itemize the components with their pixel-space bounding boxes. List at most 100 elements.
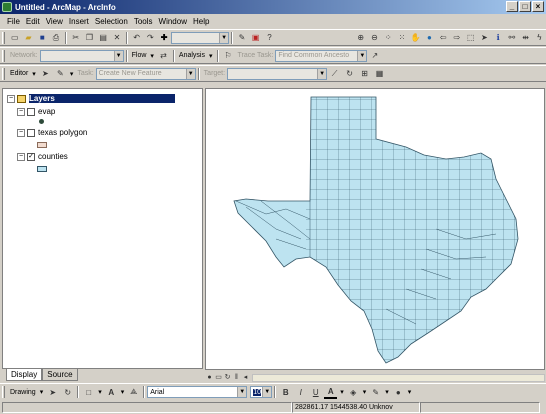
horizontal-scrollbar[interactable] xyxy=(252,374,545,382)
map-display[interactable] xyxy=(205,88,545,370)
editor-menu[interactable]: Editor xyxy=(8,70,30,77)
layer-visibility-checkbox[interactable] xyxy=(27,107,35,116)
undo-icon[interactable]: ↶ xyxy=(131,31,143,44)
close-button[interactable]: × xyxy=(532,1,544,12)
layer-visibility-checkbox[interactable]: ✓ xyxy=(27,152,35,161)
line-color-dropdown-arrow-icon[interactable]: ▾ xyxy=(383,388,391,396)
line-color-icon[interactable]: ✎ xyxy=(369,386,382,399)
save-icon[interactable]: ■ xyxy=(36,31,48,44)
fill-color-icon[interactable]: ◈ xyxy=(347,386,360,399)
menu-help[interactable]: Help xyxy=(190,17,212,26)
sketch-dropdown-arrow-icon[interactable]: ▾ xyxy=(68,70,76,78)
open-folder-icon[interactable]: ▰ xyxy=(23,31,35,44)
rotate-tool-icon[interactable]: ↻ xyxy=(343,67,356,80)
trace-task-combo[interactable]: Find Common Ancesto ▼ xyxy=(275,49,368,62)
refresh-icon[interactable]: ↻ xyxy=(223,373,232,382)
pause-drawing-icon[interactable]: ‖ xyxy=(232,373,241,382)
toc-layer-counties[interactable]: − ✓ counties xyxy=(17,152,68,161)
italic-button[interactable]: I xyxy=(294,386,307,399)
layer-name[interactable]: evap xyxy=(38,107,55,116)
bold-button[interactable]: B xyxy=(279,386,292,399)
drawing-dropdown-arrow-icon[interactable]: ▾ xyxy=(38,388,46,396)
select-elements-arrow-icon[interactable]: ➤ xyxy=(479,31,491,44)
map-scale-combo[interactable]: ▼ xyxy=(170,31,230,44)
texas-polygon-symbol[interactable] xyxy=(37,142,47,148)
menu-tools[interactable]: Tools xyxy=(131,17,156,26)
fixed-zoom-in-icon[interactable]: ⁘ xyxy=(382,31,394,44)
attributes-icon[interactable]: ⊞ xyxy=(358,67,371,80)
tab-display[interactable]: Display xyxy=(6,369,43,381)
font-color-dropdown-arrow-icon[interactable]: ▾ xyxy=(338,388,346,396)
minimize-button[interactable]: _ xyxy=(506,1,518,12)
zoom-out-icon[interactable]: ⊖ xyxy=(369,31,381,44)
toc-layer-texas-polygon[interactable]: − texas polygon xyxy=(17,128,87,137)
scroll-left-icon[interactable]: ◂ xyxy=(241,373,250,382)
pan-hand-icon[interactable]: ✋ xyxy=(410,31,422,44)
menu-selection[interactable]: Selection xyxy=(92,17,131,26)
font-color-icon[interactable]: A xyxy=(324,386,338,399)
font-name-combo[interactable]: Arial ▼ xyxy=(147,386,248,398)
select-elements-icon[interactable]: ➤ xyxy=(46,386,59,399)
collapse-icon[interactable]: − xyxy=(17,152,25,161)
back-extent-icon[interactable]: ⇦ xyxy=(437,31,449,44)
text-dropdown-arrow-icon[interactable]: ▾ xyxy=(119,388,127,396)
editor-dropdown-arrow-icon[interactable]: ▾ xyxy=(30,70,38,78)
fixed-zoom-out-icon[interactable]: ⁙ xyxy=(396,31,408,44)
menu-view[interactable]: View xyxy=(43,17,66,26)
target-combo[interactable]: ▼ xyxy=(227,67,328,80)
add-data-icon[interactable]: ✚ xyxy=(158,31,170,44)
cut-icon[interactable]: ✂ xyxy=(70,31,82,44)
flow-direction-icon[interactable]: ⇄ xyxy=(157,49,170,62)
find-binoculars-icon[interactable]: ⚯ xyxy=(506,31,518,44)
select-features-icon[interactable]: ⬚ xyxy=(465,31,477,44)
delete-icon[interactable]: ✕ xyxy=(111,31,123,44)
counties-symbol[interactable] xyxy=(37,166,47,172)
collapse-icon[interactable]: − xyxy=(17,128,25,137)
maximize-button[interactable]: □ xyxy=(519,1,531,12)
network-combo[interactable]: ▼ xyxy=(39,49,124,62)
layout-view-icon[interactable]: ▭ xyxy=(214,373,223,382)
texas-counties-map[interactable] xyxy=(206,89,544,369)
task-combo[interactable]: Create New Feature ▼ xyxy=(95,67,196,80)
toolbar-grip[interactable] xyxy=(2,67,5,80)
menu-window[interactable]: Window xyxy=(156,17,190,26)
paste-icon[interactable]: ▤ xyxy=(97,31,109,44)
drawing-menu[interactable]: Drawing xyxy=(8,389,38,396)
font-size-combo[interactable]: 10 ▼ xyxy=(250,386,273,398)
analysis-menu[interactable]: Analysis xyxy=(177,52,207,59)
toc-layers-root[interactable]: − Layers xyxy=(7,94,175,103)
add-flag-icon[interactable]: ⚐ xyxy=(222,49,235,62)
flow-dropdown-arrow-icon[interactable]: ▾ xyxy=(148,52,156,60)
toolbar-grip[interactable] xyxy=(2,31,5,44)
measure-icon[interactable]: ⇹ xyxy=(520,31,532,44)
underline-button[interactable]: U xyxy=(309,386,322,399)
editor-toolbar-icon[interactable]: ✎ xyxy=(236,31,248,44)
menu-insert[interactable]: Insert xyxy=(66,17,92,26)
rectangle-icon[interactable]: □ xyxy=(82,386,95,399)
collapse-icon[interactable]: − xyxy=(17,107,25,116)
sketch-properties-icon[interactable]: ▦ xyxy=(373,67,386,80)
analysis-dropdown-arrow-icon[interactable]: ▾ xyxy=(207,52,215,60)
redo-icon[interactable]: ↷ xyxy=(145,31,157,44)
full-extent-globe-icon[interactable]: ● xyxy=(424,31,436,44)
toolbar-grip[interactable] xyxy=(2,386,5,398)
edit-vertices-icon[interactable]: ⟁ xyxy=(127,386,140,399)
new-text-icon[interactable]: A xyxy=(105,386,118,399)
whats-this-help-icon[interactable]: ? xyxy=(264,31,276,44)
arctoolbox-icon[interactable]: ▣ xyxy=(250,31,262,44)
evap-symbol[interactable] xyxy=(39,119,44,124)
edit-tool-icon[interactable]: ➤ xyxy=(39,67,52,80)
print-icon[interactable]: ⎙ xyxy=(50,31,62,44)
rectangle-dropdown-arrow-icon[interactable]: ▾ xyxy=(96,388,104,396)
layer-name[interactable]: counties xyxy=(38,152,68,161)
menu-edit[interactable]: Edit xyxy=(23,17,43,26)
zoom-in-icon[interactable]: ⊕ xyxy=(355,31,367,44)
toc-layer-evap[interactable]: − evap xyxy=(17,107,55,116)
menu-file[interactable]: File xyxy=(4,17,23,26)
split-tool-icon[interactable]: ⟋ xyxy=(328,67,341,80)
hyperlink-lightning-icon[interactable]: ϟ xyxy=(533,31,545,44)
tab-source[interactable]: Source xyxy=(42,369,78,381)
rotate-icon[interactable]: ↻ xyxy=(61,386,74,399)
layer-visibility-checkbox[interactable] xyxy=(27,128,35,137)
new-document-icon[interactable]: ▭ xyxy=(9,31,21,44)
